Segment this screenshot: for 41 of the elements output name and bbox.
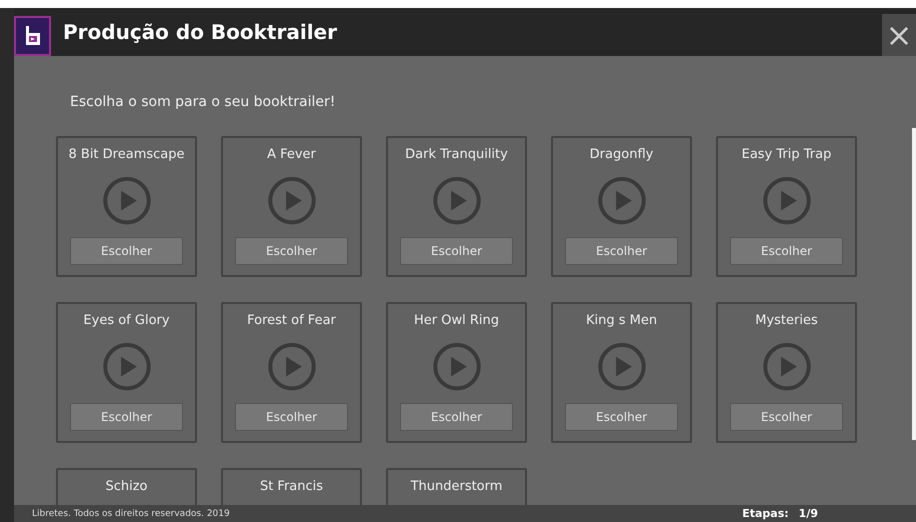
choose-button[interactable]: Escolher bbox=[565, 237, 678, 265]
choose-button[interactable]: Escolher bbox=[400, 403, 513, 431]
play-icon[interactable] bbox=[762, 342, 812, 392]
play-icon[interactable] bbox=[266, 342, 316, 392]
steps-label: Etapas: bbox=[742, 507, 789, 520]
play-icon[interactable] bbox=[596, 342, 646, 392]
scrollbar-thumb[interactable] bbox=[912, 128, 916, 440]
play-icon[interactable] bbox=[432, 176, 482, 226]
sound-title: A Fever bbox=[267, 146, 316, 164]
sound-title: Easy Trip Trap bbox=[742, 146, 832, 164]
choose-button[interactable]: Escolher bbox=[70, 403, 183, 431]
choose-button[interactable]: Escolher bbox=[235, 403, 348, 431]
choose-button[interactable]: Escolher bbox=[565, 403, 678, 431]
play-icon[interactable] bbox=[596, 176, 646, 226]
steps-value: 1/9 bbox=[798, 507, 818, 520]
sound-title: King s Men bbox=[586, 312, 658, 330]
choose-button[interactable]: Escolher bbox=[730, 403, 843, 431]
copyright-text: Libretes. Todos os direitos reservados. 2019 bbox=[32, 508, 231, 518]
sound-title: Her Owl Ring bbox=[414, 312, 499, 330]
close-button[interactable]: × bbox=[882, 14, 916, 56]
sound-title: St Francis bbox=[260, 478, 324, 496]
play-icon[interactable] bbox=[432, 342, 482, 392]
play-icon[interactable] bbox=[102, 176, 152, 226]
sound-title: Mysteries bbox=[755, 312, 818, 330]
logo-icon bbox=[14, 16, 51, 56]
play-icon[interactable] bbox=[266, 176, 316, 226]
play-icon[interactable] bbox=[762, 176, 812, 226]
window-title: Produção do Booktrailer bbox=[63, 20, 338, 44]
sound-title: Dragonfly bbox=[590, 146, 654, 164]
choose-button[interactable]: Escolher bbox=[235, 237, 348, 265]
play-icon[interactable] bbox=[102, 342, 152, 392]
sound-title: Dark Tranquility bbox=[405, 146, 508, 164]
sound-title: Thunderstorm bbox=[410, 478, 502, 496]
sound-title: Schizo bbox=[105, 478, 148, 496]
prompt-text: Escolha o som para o seu booktrailer! bbox=[70, 94, 336, 112]
sound-title: Eyes of Glory bbox=[83, 312, 170, 330]
choose-button[interactable]: Escolher bbox=[70, 237, 183, 265]
sound-title: 8 Bit Dreamscape bbox=[68, 146, 184, 164]
choose-button[interactable]: Escolher bbox=[730, 237, 843, 265]
choose-button[interactable]: Escolher bbox=[400, 237, 513, 265]
sound-title: Forest of Fear bbox=[247, 312, 336, 330]
